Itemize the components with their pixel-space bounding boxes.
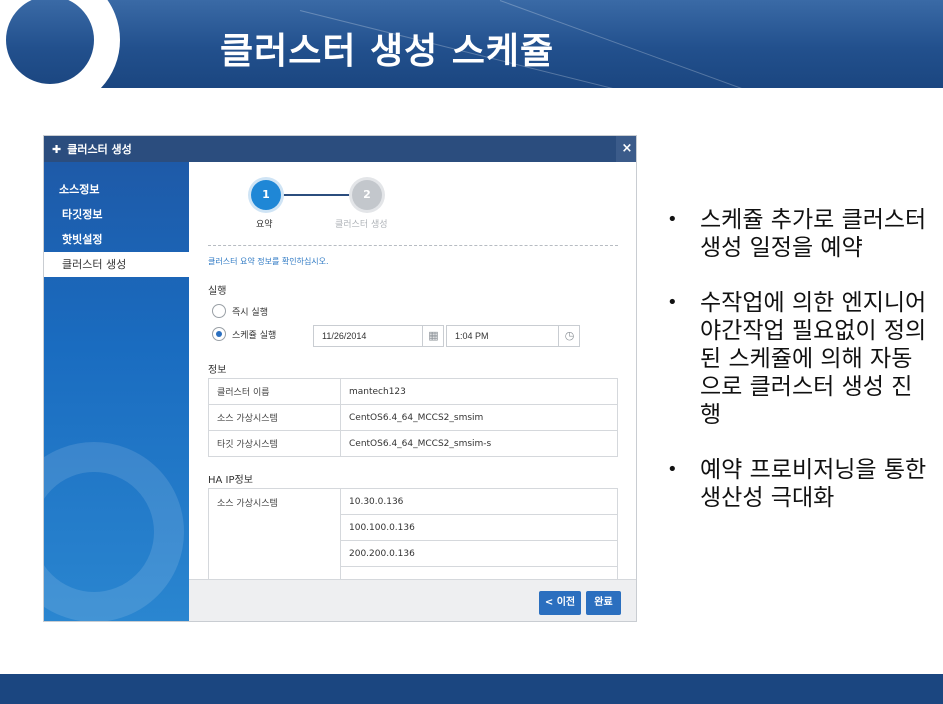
clock-icon[interactable]: ◷ — [558, 326, 580, 346]
run-scheduled-radio[interactable] — [212, 327, 226, 341]
bullet-text: 수작업에 의한 엔지니어 야간작업 필요없이 정의된 스케쥴에 의해 자동으로 … — [700, 290, 927, 428]
table-row: 소스 가상시스템 10.30.0.136 — [208, 488, 618, 593]
table-row: 소스 가상시스템 CentOS6.4_64_MCCS2_smsim — [208, 404, 618, 431]
bullet-dot: • — [667, 209, 678, 230]
calendar-icon[interactable]: ▦ — [422, 326, 444, 346]
run-scheduled-label: 스케쥴 실행 — [232, 331, 277, 341]
wizard-content: 1 2 요약 클러스터 생성 클러스터 요약 정보를 확인하십시오. 실행 즉시… — [189, 162, 636, 621]
slide-header: 클러스터 생성 스케쥴 — [0, 0, 943, 88]
step-1-indicator[interactable]: 1 — [251, 180, 281, 210]
ha-ip-table: 소스 가상시스템 10.30.0.136 100.100.0.136 200.2… — [208, 488, 618, 593]
step-2-indicator[interactable]: 2 — [352, 180, 382, 210]
bullet-item: • 수작업에 의한 엔지니어 야간작업 필요없이 정의된 스케쥴에 의해 자동으로… — [667, 289, 927, 429]
sidebar-item-source[interactable]: 소스정보 — [44, 177, 189, 202]
sidebar-item-create-cluster[interactable]: 클러스터 생성 — [44, 252, 189, 277]
info-value: mantech123 — [340, 378, 618, 405]
divider — [208, 245, 618, 246]
prev-button[interactable]: < 이전 — [539, 591, 581, 615]
ha-ip-key: 소스 가상시스템 — [208, 488, 341, 593]
run-now-label: 즉시 실행 — [232, 308, 268, 318]
slide-footer-bar — [0, 674, 943, 704]
done-button[interactable]: 완료 — [586, 591, 621, 615]
step-2-label: 클러스터 생성 — [335, 220, 388, 230]
slide-title: 클러스터 생성 스케쥴 — [220, 31, 555, 72]
create-cluster-dialog: ✚ 클러스터 생성 × 소스정보 타깃정보 핫빗설정 클러스터 생성 1 2 요약… — [43, 135, 637, 622]
sidebar-decor — [44, 442, 184, 621]
dialog-titlebar: ✚ 클러스터 생성 × — [44, 136, 636, 162]
info-table: 클러스터 이름 mantech123 소스 가상시스템 CentOS6.4_64… — [208, 378, 618, 457]
info-value: CentOS6.4_64_MCCS2_smsim-s — [340, 430, 618, 457]
bullet-item: • 스케쥴 추가로 클러스터 생성 일정을 예약 — [667, 206, 927, 262]
dialog-footer: < 이전 완료 — [189, 579, 636, 621]
date-input[interactable] — [314, 326, 422, 346]
step-connector — [281, 194, 352, 196]
table-row: 클러스터 이름 mantech123 — [208, 378, 618, 405]
date-field[interactable]: ▦ — [313, 325, 444, 347]
close-button[interactable]: × — [616, 136, 636, 162]
execution-label: 실행 — [208, 286, 227, 297]
run-now-radio[interactable] — [212, 304, 226, 318]
ha-ip-value: 100.100.0.136 — [340, 514, 618, 541]
info-key: 클러스터 이름 — [208, 378, 341, 405]
ha-ip-label: HA IP정보 — [208, 475, 253, 486]
ha-ip-value: 200.200.0.136 — [340, 540, 618, 567]
bullet-dot: • — [667, 292, 678, 313]
sidebar-item-heartbeat[interactable]: 핫빗설정 — [44, 227, 189, 252]
bullet-list: • 스케쥴 추가로 클러스터 생성 일정을 예약 • 수작업에 의한 엔지니어 야간… — [667, 206, 927, 539]
info-key: 소스 가상시스템 — [208, 404, 341, 431]
info-label: 정보 — [208, 365, 227, 376]
time-input[interactable] — [447, 326, 558, 346]
dialog-title-text: 클러스터 생성 — [67, 143, 132, 156]
bullet-text: 예약 프로비저닝을 통한 생산성 극대화 — [700, 457, 927, 511]
logo-ring — [0, 0, 120, 88]
bullet-text: 스케쥴 추가로 클러스터 생성 일정을 예약 — [700, 207, 927, 261]
info-key: 타깃 가상시스템 — [208, 430, 341, 457]
info-value: CentOS6.4_64_MCCS2_smsim — [340, 404, 618, 431]
header-decor-line — [499, 0, 943, 88]
wizard-sidebar: 소스정보 타깃정보 핫빗설정 클러스터 생성 — [44, 162, 189, 621]
sidebar-item-target[interactable]: 타깃정보 — [44, 202, 189, 227]
bullet-item: • 예약 프로비저닝을 통한 생산성 극대화 — [667, 456, 927, 512]
dialog-title: ✚ 클러스터 생성 — [52, 141, 132, 157]
table-row: 타깃 가상시스템 CentOS6.4_64_MCCS2_smsim-s — [208, 430, 618, 457]
step-1-label: 요약 — [256, 220, 273, 230]
bullet-dot: • — [667, 459, 678, 480]
run-now-option[interactable]: 즉시 실행 — [212, 304, 332, 320]
plus-icon: ✚ — [52, 143, 62, 156]
instruction-text: 클러스터 요약 정보를 확인하십시오. — [208, 257, 329, 266]
time-field[interactable]: ◷ — [446, 325, 580, 347]
ha-ip-value: 10.30.0.136 — [340, 488, 618, 515]
